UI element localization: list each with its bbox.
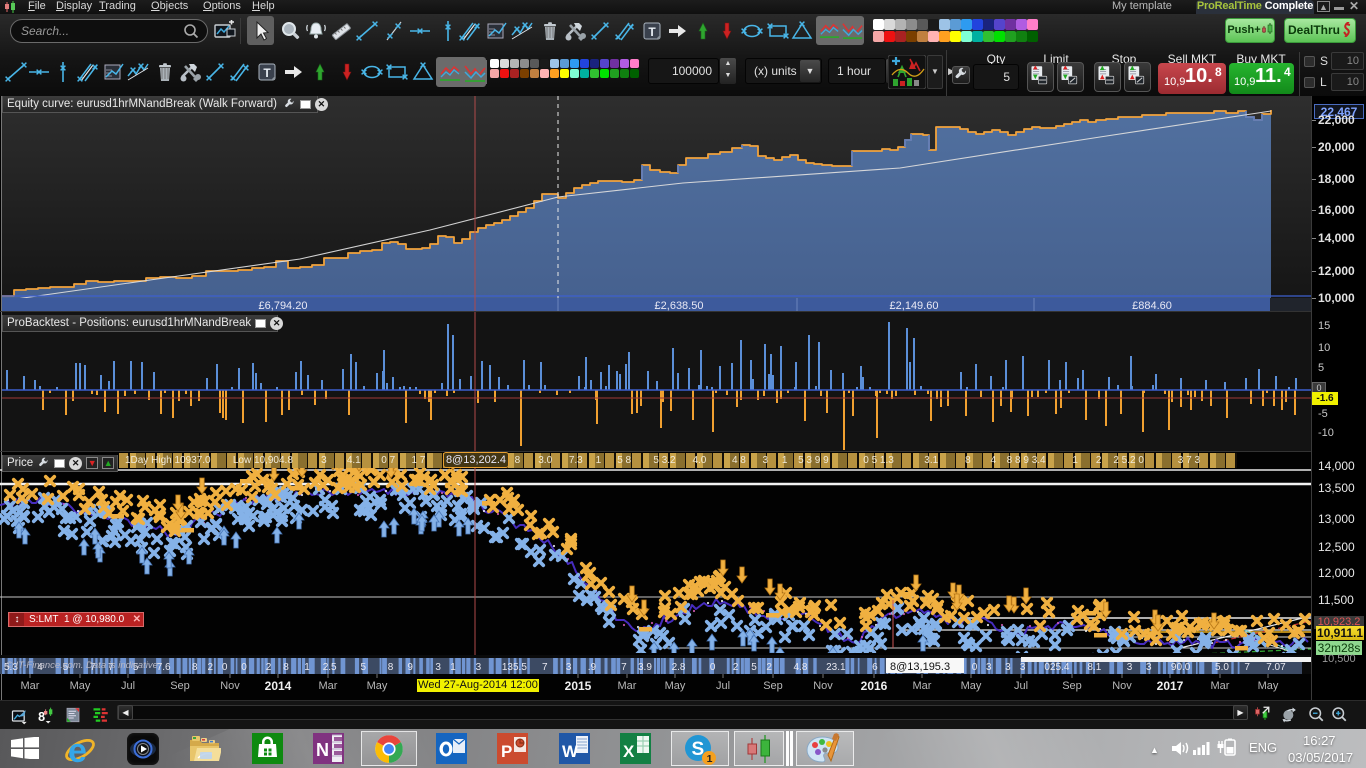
svg-text:0: 0 <box>241 662 247 673</box>
svg-text:8: 8 <box>388 662 394 673</box>
svg-text:0: 0 <box>710 662 716 673</box>
svg-text:6: 6 <box>872 662 878 673</box>
svg-text:1: 1 <box>304 662 310 673</box>
svg-text:025.4: 025.4 <box>1044 662 1069 673</box>
svg-text:8: 8 <box>192 662 198 673</box>
svg-text:5: 5 <box>751 662 757 673</box>
svg-text:3: 3 <box>986 662 992 673</box>
svg-text:8@13,195.3: 8@13,195.3 <box>890 661 950 673</box>
svg-text:2: 2 <box>207 662 213 673</box>
svg-text:3: 3 <box>476 662 482 673</box>
svg-text:8.1: 8.1 <box>1087 662 1101 673</box>
svg-text:2.8: 2.8 <box>672 662 686 673</box>
svg-text:0: 0 <box>972 662 978 673</box>
svg-text:23.1: 23.1 <box>826 662 846 673</box>
svg-text:2: 2 <box>266 662 272 673</box>
svg-text:3.9: 3.9 <box>638 662 652 673</box>
svg-text:2.5: 2.5 <box>323 662 337 673</box>
svg-text:90.0: 90.0 <box>1171 662 1191 673</box>
svg-text:© IT-Finance.com. Data is indi: © IT-Finance.com. Data is indicative <box>6 660 158 671</box>
svg-text:0: 0 <box>222 662 228 673</box>
svg-text:2: 2 <box>766 662 772 673</box>
svg-text:3: 3 <box>1127 662 1133 673</box>
svg-text:135.5: 135.5 <box>502 662 527 673</box>
svg-text:W: W <box>562 742 579 761</box>
svg-text:e: e <box>68 732 87 767</box>
svg-text:3: 3 <box>435 662 441 673</box>
svg-text:7: 7 <box>1244 662 1250 673</box>
svg-text:7.6: 7.6 <box>157 662 171 673</box>
svg-text:3: 3 <box>1020 662 1026 673</box>
svg-text:N: N <box>316 740 329 760</box>
svg-text:4.8: 4.8 <box>793 662 807 673</box>
svg-text:.9: .9 <box>588 662 597 673</box>
svg-text:2: 2 <box>733 662 739 673</box>
svg-text:7: 7 <box>621 662 627 673</box>
svg-text:5: 5 <box>361 662 367 673</box>
svg-text:7: 7 <box>542 662 548 673</box>
svg-text:X: X <box>623 742 635 761</box>
svg-text:9: 9 <box>407 662 413 673</box>
svg-text:3: 3 <box>1005 662 1011 673</box>
svg-text:7.07: 7.07 <box>1266 662 1286 673</box>
svg-text:1: 1 <box>707 753 713 765</box>
svg-text:3: 3 <box>566 662 572 673</box>
svg-text:3: 3 <box>1146 662 1152 673</box>
svg-text:1: 1 <box>450 662 456 673</box>
svg-text:5.0: 5.0 <box>1215 662 1229 673</box>
svg-text:P: P <box>501 742 512 761</box>
svg-text:8: 8 <box>283 662 289 673</box>
